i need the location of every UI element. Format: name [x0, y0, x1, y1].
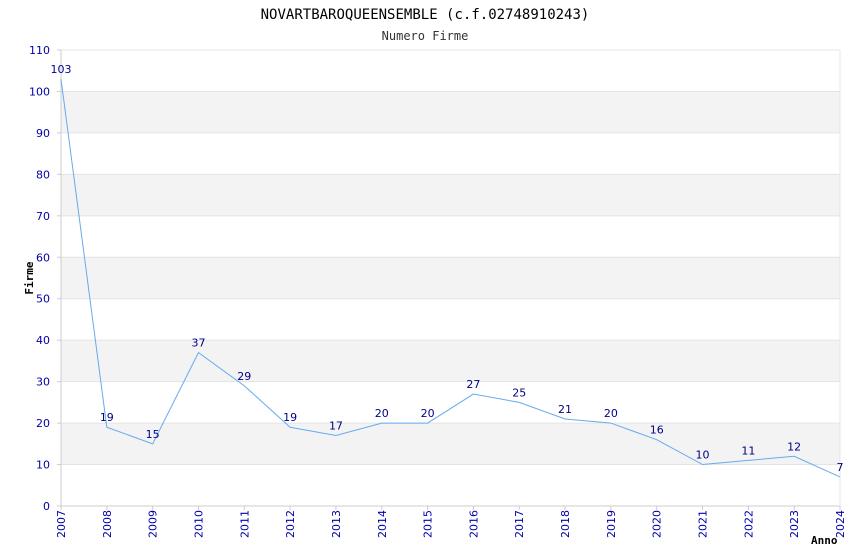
data-label: 16 [650, 424, 664, 437]
y-tick-label: 60 [36, 251, 50, 264]
x-tick-label: 2014 [376, 510, 389, 538]
x-axis-label: Anno [811, 534, 838, 547]
data-label: 27 [466, 378, 480, 391]
y-tick-label: 0 [43, 500, 50, 513]
data-label: 15 [146, 428, 160, 441]
grid-band [61, 174, 840, 216]
x-tick-label: 2017 [513, 510, 526, 538]
chart-title: NOVARTBAROQUEENSEMBLE (c.f.02748910243) [261, 7, 590, 23]
data-label: 37 [191, 337, 205, 350]
x-tick-label: 2023 [788, 510, 801, 538]
x-tick-label: 2011 [238, 510, 251, 538]
y-tick-label: 100 [29, 85, 50, 98]
x-tick-label: 2010 [192, 510, 205, 538]
data-label: 20 [375, 407, 389, 420]
y-tick-label: 110 [29, 44, 50, 57]
y-tick-label: 70 [36, 210, 50, 223]
data-label: 19 [283, 411, 297, 424]
y-tick-label: 90 [36, 127, 50, 140]
grid-band [61, 257, 840, 299]
data-label: 21 [558, 403, 572, 416]
y-tick-label: 20 [36, 417, 50, 430]
data-label: 20 [421, 407, 435, 420]
y-tick-label: 50 [36, 293, 50, 306]
x-tick-labels: 2007 2008 2009 2010 2011 2012 2013 2014 2015 2016… [55, 510, 847, 538]
data-label: 103 [51, 63, 72, 76]
y-tick-label: 30 [36, 376, 50, 389]
x-tick-label: 2016 [467, 510, 480, 538]
chart-subtitle: Numero Firme [382, 29, 469, 43]
x-tick-label: 2008 [101, 510, 114, 538]
data-label: 20 [604, 407, 618, 420]
grid-band [61, 91, 840, 133]
x-tick-label: 2019 [605, 510, 618, 538]
data-label: 17 [329, 420, 343, 433]
y-tick-label: 10 [36, 459, 50, 472]
data-label: 11 [741, 444, 755, 457]
x-tick-label: 2018 [559, 510, 572, 538]
data-label: 29 [237, 370, 251, 383]
x-tick-label: 2022 [742, 510, 755, 538]
x-tick-label: 2009 [147, 510, 160, 538]
data-label: 19 [100, 411, 114, 424]
data-label: 10 [696, 449, 710, 462]
x-tick-label: 2020 [651, 510, 664, 538]
y-tick-label: 40 [36, 334, 50, 347]
grid-band [61, 340, 840, 382]
data-label: 12 [787, 440, 801, 453]
x-tick-label: 2013 [330, 510, 343, 538]
y-tick-label: 80 [36, 168, 50, 181]
x-tick-label: 2021 [697, 510, 710, 538]
x-tick-label: 2007 [55, 510, 68, 538]
chart: 0102030405060708090100110 2007 2008 2009 20… [23, 7, 847, 547]
data-label: 7 [837, 461, 844, 474]
data-label: 25 [512, 386, 526, 399]
grid-band [61, 423, 840, 465]
x-tick-label: 2012 [284, 510, 297, 538]
x-tick-label: 2015 [422, 510, 435, 538]
y-axis-label: Firme [23, 261, 36, 294]
